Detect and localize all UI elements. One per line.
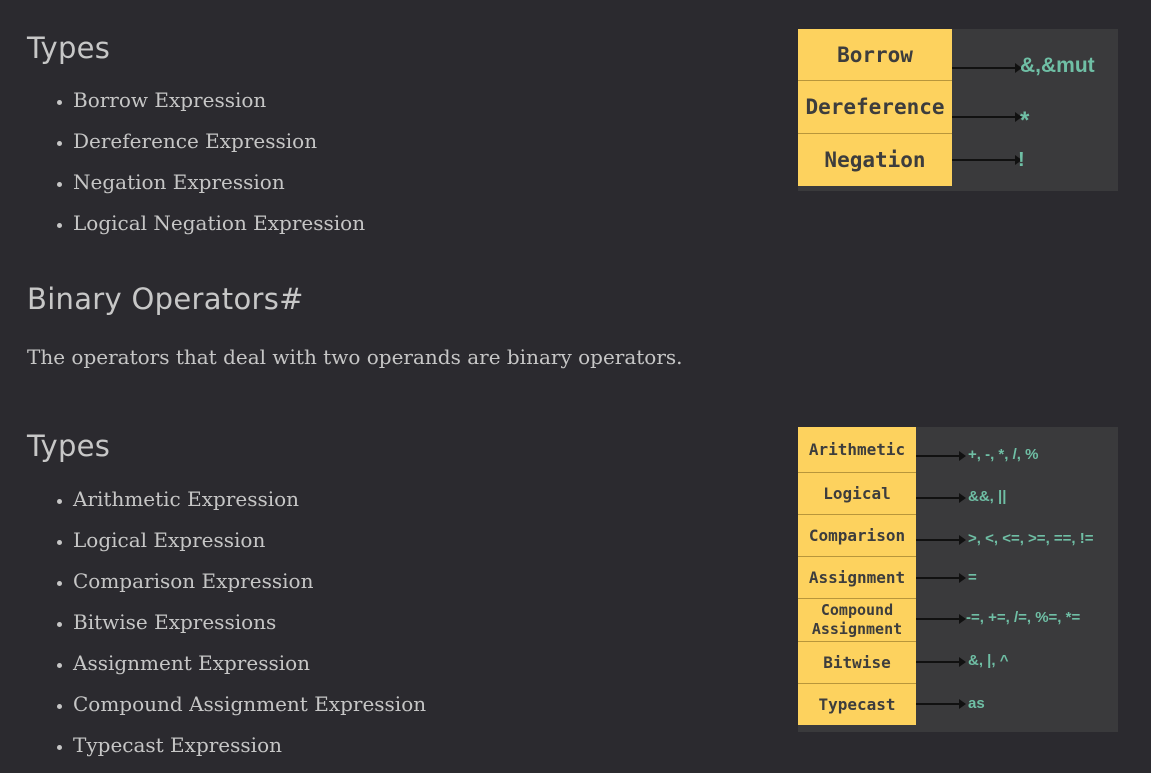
diagram-label-typecast: Typecast [818,695,896,714]
types-heading-unary: Types [27,31,111,65]
list-item: Negation Expression [73,162,365,203]
arrow-icon [916,699,966,709]
diagram-label-arithmetic: Arithmetic [798,427,916,473]
arrow-icon [916,657,966,667]
diagram-label-logical: Logical [798,473,916,515]
diagram-label-dereference: Dereference [798,81,952,134]
list-item: Arithmetic Expression [73,479,426,520]
arrow-icon [952,112,1022,122]
list-item: Compound Assignment Expression [73,684,426,725]
types-heading-binary: Types [27,429,111,463]
unary-operators-diagram: Borrow Dereference Negation &,&mut * ! [798,29,1118,191]
binary-types-list: Arithmetic Expression Logical Expression… [52,479,426,766]
operator-comparison: >, <, <=, >=, ==, != [968,530,1094,547]
list-item: Logical Negation Expression [73,203,365,244]
arrow-icon [916,493,966,503]
operator-dereference: * [1020,107,1030,134]
arrow-icon [952,63,1022,73]
diagram-label-assignment: Assignment [798,557,916,599]
list-item: Bitwise Expressions [73,602,426,643]
list-item: Dereference Expression [73,121,365,162]
operator-negation: ! [1018,149,1025,171]
diagram-label-negation: Negation [824,148,926,172]
list-item: Assignment Expression [73,643,426,684]
list-item: Typecast Expression [73,725,426,766]
binary-operators-heading: Binary Operators# [27,282,304,316]
binary-operators-description: The operators that deal with two operand… [27,345,683,369]
arrow-icon [916,614,966,624]
diagram-label-bitwise: Bitwise [798,642,916,684]
operator-bitwise: &, |, ^ [968,652,1009,669]
arrow-icon [916,535,966,545]
diagram-label-borrow: Borrow [798,29,952,81]
diagram-label-compound-assignment: Compound Assignment [798,599,916,642]
arrow-icon [952,155,1022,165]
list-item: Logical Expression [73,520,426,561]
operator-assignment: = [968,569,977,586]
diagram-label-comparison: Comparison [798,515,916,557]
operator-borrow: &,&mut [1020,54,1095,77]
unary-types-list: Borrow Expression Dereference Expression… [52,80,365,244]
operator-logical: &&, || [968,488,1007,505]
operator-typecast: as [968,695,985,712]
arrow-icon [916,573,966,583]
arrow-icon [916,451,966,461]
binary-operators-diagram: Arithmetic Logical Comparison Assignment… [798,427,1118,732]
list-item: Comparison Expression [73,561,426,602]
operator-arithmetic: +, -, *, /, % [968,446,1039,463]
list-item: Borrow Expression [73,80,365,121]
operator-compound-assignment: -=, +=, /=, %=, *= [966,609,1081,626]
